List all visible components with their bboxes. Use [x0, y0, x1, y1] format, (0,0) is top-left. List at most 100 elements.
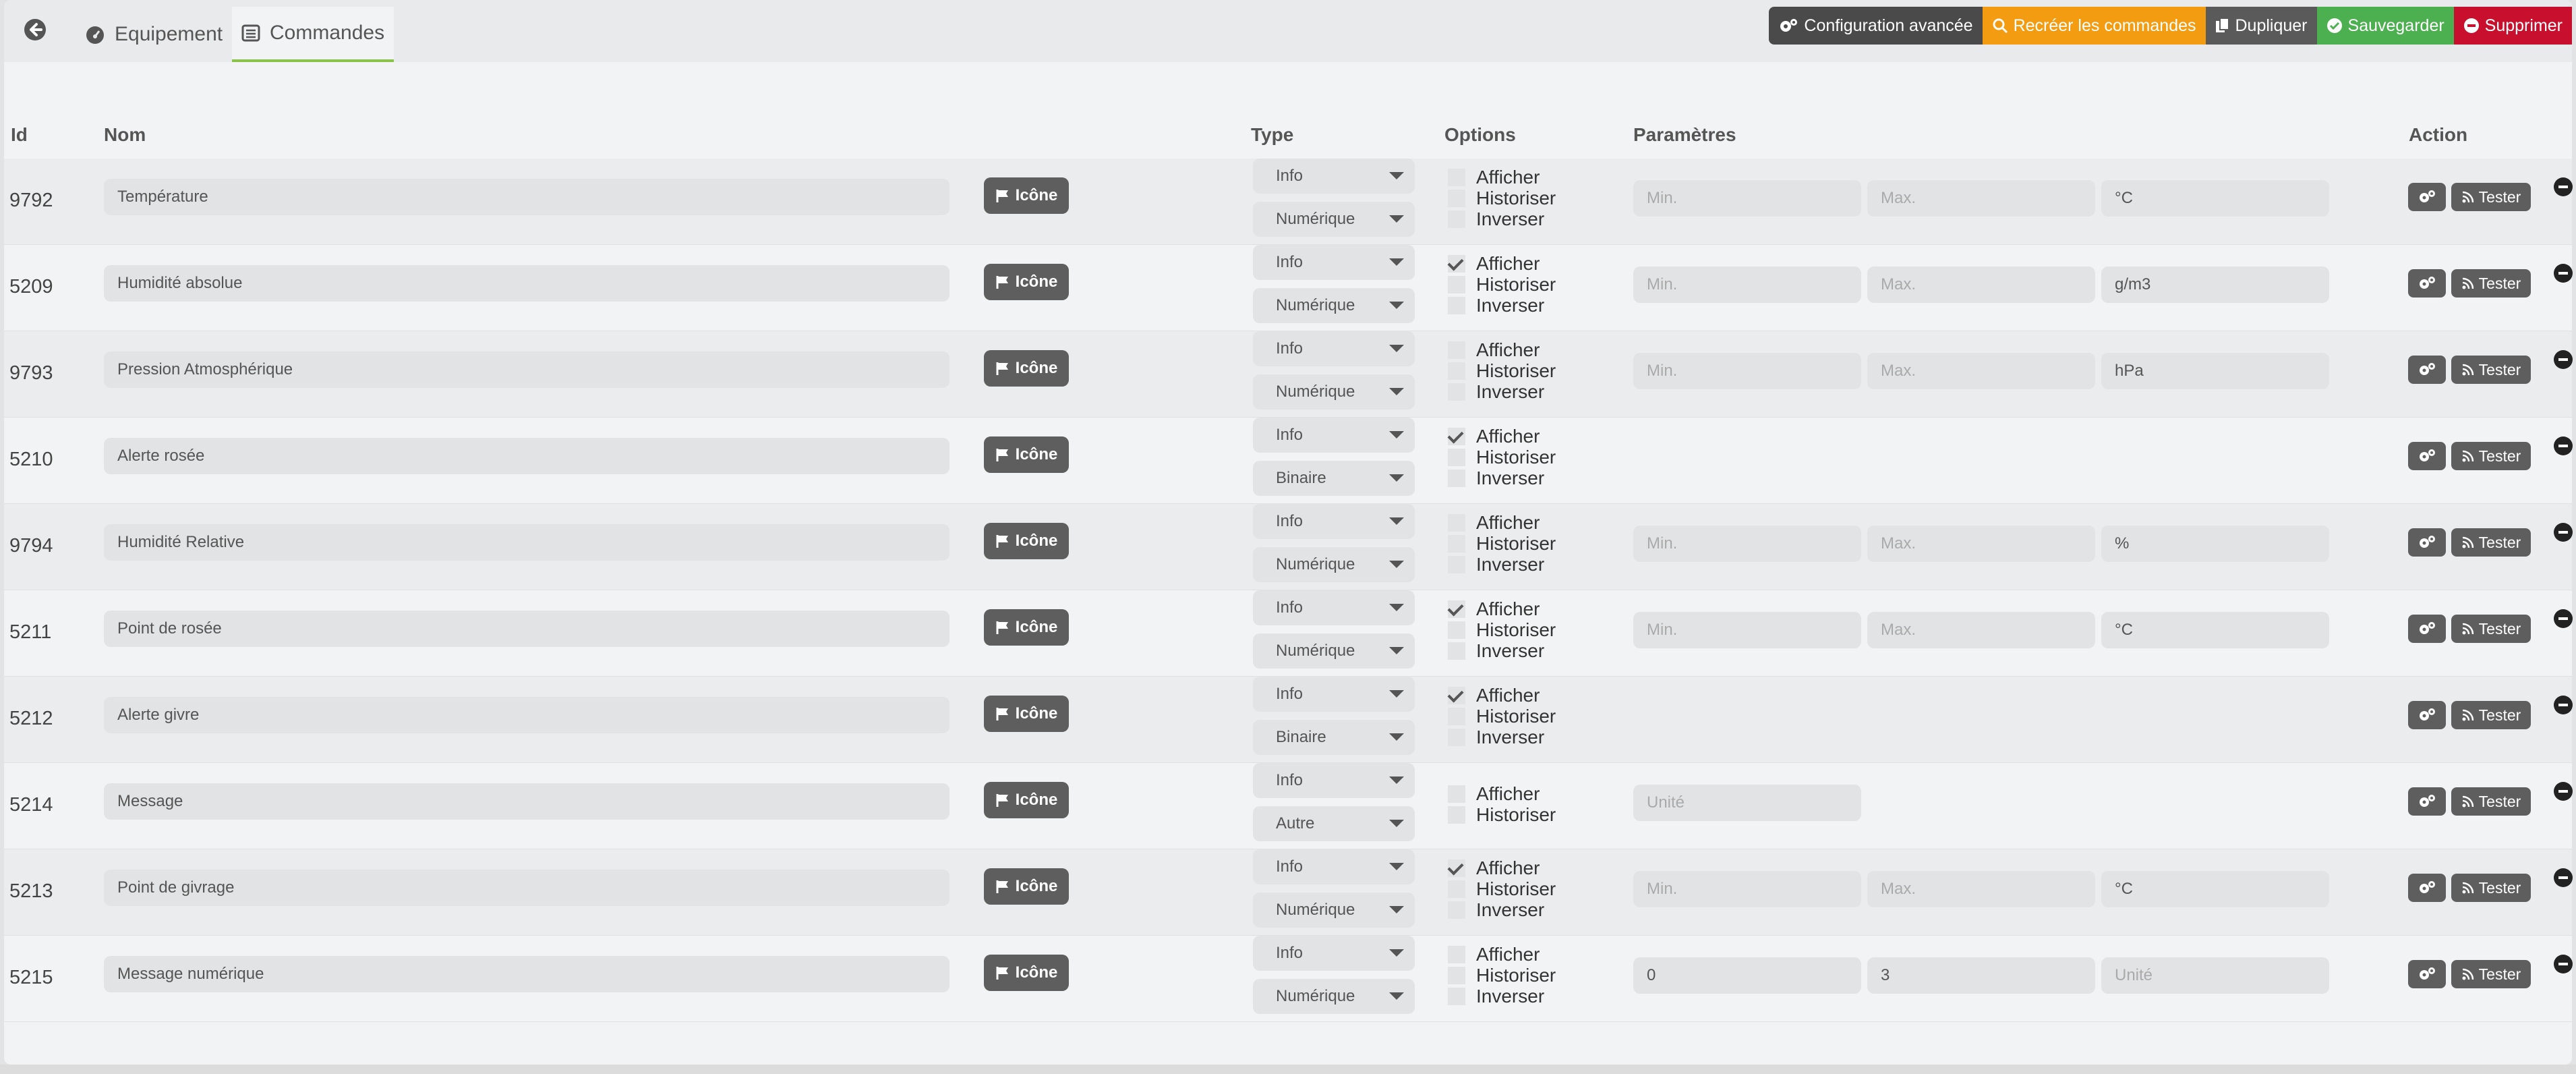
option-afficher[interactable]: Afficher — [1448, 944, 1540, 965]
unit-input[interactable]: °C — [2101, 871, 2329, 907]
subtype-select[interactable]: Numérique — [1253, 547, 1415, 582]
icon-button[interactable]: Icône — [984, 523, 1069, 559]
command-name-input[interactable]: Alerte rosée — [104, 438, 949, 474]
historiser-checkbox[interactable] — [1448, 190, 1465, 207]
icon-button[interactable]: Icône — [984, 264, 1069, 300]
historiser-checkbox[interactable] — [1448, 806, 1465, 824]
afficher-checkbox[interactable] — [1448, 514, 1465, 532]
test-button[interactable]: Tester — [2451, 528, 2531, 557]
option-inverser[interactable]: Inverser — [1448, 727, 1544, 748]
max-input[interactable]: Max. — [1867, 353, 2095, 389]
command-name-input[interactable]: Humidité absolue — [104, 265, 949, 302]
unit-input[interactable]: hPa — [2101, 353, 2329, 389]
remove-command-icon[interactable] — [2554, 264, 2573, 283]
remove-command-icon[interactable] — [2554, 436, 2573, 455]
test-button[interactable]: Tester — [2451, 356, 2531, 384]
advanced-config-button[interactable] — [2408, 960, 2446, 988]
inverser-checkbox[interactable] — [1448, 470, 1465, 487]
option-historiser[interactable]: Historiser — [1448, 274, 1556, 295]
option-inverser[interactable]: Inverser — [1448, 640, 1544, 662]
max-input[interactable]: Max. — [1867, 266, 2095, 303]
inverser-checkbox[interactable] — [1448, 383, 1465, 401]
advanced-config-button[interactable] — [2408, 269, 2446, 298]
remove-command-icon[interactable] — [2554, 696, 2573, 714]
command-name-input[interactable]: Message numérique — [104, 956, 949, 992]
test-button[interactable]: Tester — [2451, 442, 2531, 470]
tab-equipement[interactable]: Equipement — [76, 7, 232, 62]
subtype-select[interactable]: Numérique — [1253, 374, 1415, 409]
remove-command-icon[interactable] — [2554, 868, 2573, 887]
historiser-checkbox[interactable] — [1448, 967, 1465, 984]
inverser-checkbox[interactable] — [1448, 556, 1465, 573]
remove-command-icon[interactable] — [2554, 955, 2573, 973]
remove-command-icon[interactable] — [2554, 177, 2573, 196]
type-select[interactable]: Info — [1253, 590, 1415, 625]
advanced-config-button[interactable] — [2408, 528, 2446, 557]
afficher-checkbox[interactable] — [1448, 169, 1465, 186]
historiser-checkbox[interactable] — [1448, 449, 1465, 466]
duplicate-button[interactable]: Dupliquer — [2205, 7, 2317, 45]
remove-command-icon[interactable] — [2554, 609, 2573, 628]
max-input[interactable]: Max. — [1867, 180, 2095, 217]
unit-input[interactable]: °C — [2101, 180, 2329, 217]
icon-button[interactable]: Icône — [984, 350, 1069, 387]
icon-button[interactable]: Icône — [984, 696, 1069, 732]
max-input[interactable]: Max. — [1867, 871, 2095, 907]
subtype-select[interactable]: Autre — [1253, 806, 1415, 841]
max-input[interactable]: Max. — [1867, 612, 2095, 648]
icon-button[interactable]: Icône — [984, 177, 1069, 214]
min-input[interactable]: Min. — [1633, 180, 1861, 217]
test-button[interactable]: Tester — [2451, 701, 2531, 729]
historiser-checkbox[interactable] — [1448, 880, 1465, 898]
icon-button[interactable]: Icône — [984, 868, 1069, 905]
advanced-config-button[interactable] — [2408, 615, 2446, 643]
type-select[interactable]: Info — [1253, 677, 1415, 712]
max-input[interactable]: 3 — [1867, 957, 2095, 994]
unit-input[interactable]: Unité — [1633, 785, 1861, 821]
advanced-config-button[interactable] — [2408, 356, 2446, 384]
delete-button[interactable]: Supprimer — [2453, 7, 2572, 45]
inverser-checkbox[interactable] — [1448, 210, 1465, 228]
subtype-select[interactable]: Numérique — [1253, 633, 1415, 669]
subtype-select[interactable]: Numérique — [1253, 893, 1415, 928]
type-select[interactable]: Info — [1253, 936, 1415, 971]
option-afficher[interactable]: Afficher — [1448, 253, 1540, 275]
advanced-config-button[interactable]: Configuration avancée — [1769, 7, 1983, 45]
option-historiser[interactable]: Historiser — [1448, 188, 1556, 209]
min-input[interactable]: Min. — [1633, 612, 1861, 648]
option-afficher[interactable]: Afficher — [1448, 783, 1540, 805]
save-button[interactable]: Sauvegarder — [2316, 7, 2454, 45]
min-input[interactable]: Min. — [1633, 871, 1861, 907]
test-button[interactable]: Tester — [2451, 960, 2531, 988]
remove-command-icon[interactable] — [2554, 782, 2573, 801]
option-historiser[interactable]: Historiser — [1448, 706, 1556, 727]
unit-input[interactable]: °C — [2101, 612, 2329, 648]
afficher-checkbox[interactable] — [1448, 687, 1465, 704]
tab-commandes[interactable]: Commandes — [232, 7, 394, 62]
recreate-commands-button[interactable]: Recréer les commandes — [1982, 7, 2206, 45]
type-select[interactable]: Info — [1253, 245, 1415, 280]
option-inverser[interactable]: Inverser — [1448, 381, 1544, 403]
option-historiser[interactable]: Historiser — [1448, 619, 1556, 641]
option-historiser[interactable]: Historiser — [1448, 965, 1556, 986]
afficher-checkbox[interactable] — [1448, 341, 1465, 359]
icon-button[interactable]: Icône — [984, 436, 1069, 473]
option-inverser[interactable]: Inverser — [1448, 986, 1544, 1007]
option-afficher[interactable]: Afficher — [1448, 512, 1540, 534]
command-name-input[interactable]: Température — [104, 179, 949, 215]
remove-command-icon[interactable] — [2554, 523, 2573, 542]
option-inverser[interactable]: Inverser — [1448, 468, 1544, 489]
advanced-config-button[interactable] — [2408, 442, 2446, 470]
command-name-input[interactable]: Humidité Relative — [104, 524, 949, 561]
option-afficher[interactable]: Afficher — [1448, 598, 1540, 620]
option-inverser[interactable]: Inverser — [1448, 208, 1544, 230]
option-historiser[interactable]: Historiser — [1448, 878, 1556, 900]
advanced-config-button[interactable] — [2408, 787, 2446, 816]
afficher-checkbox[interactable] — [1448, 600, 1465, 618]
afficher-checkbox[interactable] — [1448, 255, 1465, 273]
advanced-config-button[interactable] — [2408, 874, 2446, 902]
historiser-checkbox[interactable] — [1448, 276, 1465, 293]
unit-input[interactable]: % — [2101, 526, 2329, 562]
command-name-input[interactable]: Point de rosée — [104, 611, 949, 647]
option-historiser[interactable]: Historiser — [1448, 804, 1556, 826]
